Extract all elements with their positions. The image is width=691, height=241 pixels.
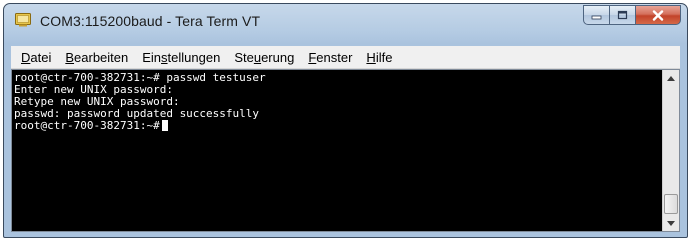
teraterm-window: COM3:115200baud - Tera Term VT Datei Bea… (3, 3, 688, 238)
menu-bar: Datei Bearbeiten Einstellungen Steuerung… (11, 46, 680, 69)
vertical-scrollbar[interactable] (662, 70, 679, 231)
menu-hilfe[interactable]: Hilfe (366, 50, 392, 65)
teraterm-app-icon (15, 13, 31, 27)
close-icon (652, 9, 664, 21)
close-button[interactable] (636, 5, 681, 25)
scroll-up-button[interactable] (663, 70, 679, 86)
menu-fenster[interactable]: Fenster (308, 50, 352, 65)
text-cursor (161, 120, 168, 131)
menu-steuerung[interactable]: Steuerung (234, 50, 294, 65)
scroll-up-arrow-icon (667, 75, 675, 81)
minimize-icon (591, 15, 602, 20)
menu-bearbeiten[interactable]: Bearbeiten (65, 50, 128, 65)
terminal-prompt-line: root@ctr-700-382731:~# (14, 120, 660, 132)
terminal-prompt: root@ctr-700-382731:~# (14, 119, 160, 132)
minimize-button[interactable] (583, 5, 610, 25)
scrollbar-thumb[interactable] (664, 194, 678, 214)
menu-einstellungen[interactable]: Einstellungen (142, 50, 220, 65)
window-title: COM3:115200baud - Tera Term VT (40, 13, 261, 29)
maximize-button[interactable] (610, 5, 636, 25)
title-bar[interactable]: COM3:115200baud - Tera Term VT (4, 4, 687, 38)
window-controls (583, 5, 681, 25)
scroll-down-button[interactable] (663, 215, 679, 231)
terminal-area[interactable]: root@ctr-700-382731:~# passwd testuser E… (11, 69, 680, 232)
maximize-icon (617, 10, 628, 20)
terminal-screen[interactable]: root@ctr-700-382731:~# passwd testuser E… (14, 72, 660, 229)
scroll-down-arrow-icon (667, 220, 675, 226)
menu-datei[interactable]: Datei (21, 50, 51, 65)
